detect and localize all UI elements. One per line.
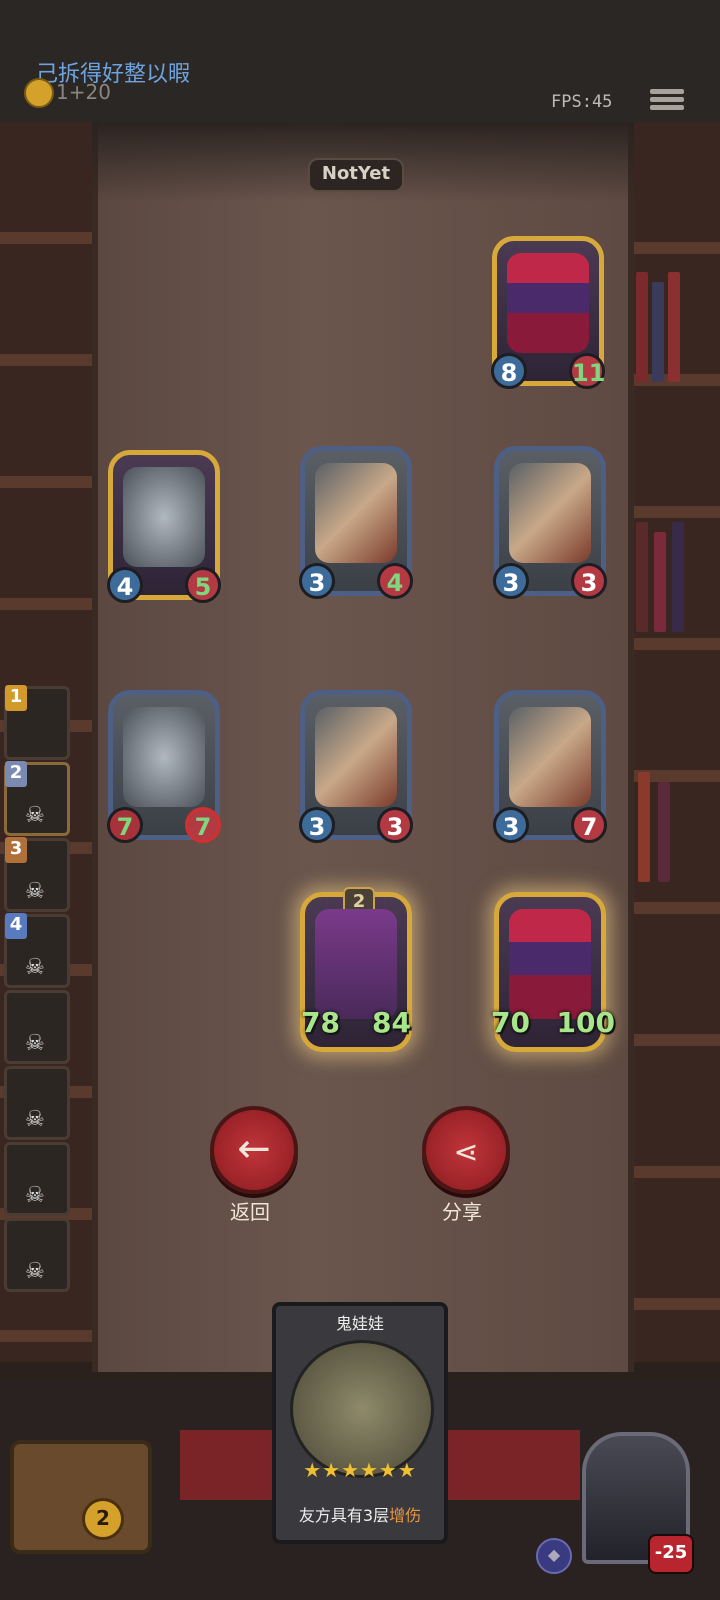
gold-coin-counter: 2 (82, 1498, 124, 1540)
back-label: 返回 (230, 1200, 270, 1224)
bookshelf-right (624, 122, 720, 1362)
health-stat: 11 (569, 353, 605, 389)
share-icon: ⋖ (453, 1135, 479, 1170)
attack-stat: 3 (493, 563, 529, 599)
player-slot[interactable]: ☠ (4, 1218, 70, 1292)
rocket-portrait (509, 463, 591, 563)
player-slot[interactable]: 4 ☠ (4, 913, 70, 988)
robot-portrait (123, 707, 205, 807)
minion-card[interactable]: 7 7 (107, 690, 221, 843)
health-stat: 5 (185, 567, 221, 603)
attack-stat: 3 (299, 563, 335, 599)
coin-count: 1+20 (56, 80, 111, 104)
attack-stat: 7 (107, 807, 143, 843)
player-slot[interactable]: 3 ☠ (4, 837, 70, 912)
health-stat: 100 (556, 1006, 615, 1039)
treasure-chest[interactable] (10, 1440, 152, 1554)
back-arrow-icon: ← (237, 1126, 271, 1172)
attack-stat: 4 (107, 567, 143, 603)
shield-icon: ◆ (536, 1538, 572, 1574)
attack-stat: 70 (491, 1006, 530, 1039)
rocket-portrait (315, 463, 397, 563)
health-stat: 7 (571, 807, 607, 843)
rank-badge: 3 (5, 837, 27, 863)
minion-card[interactable]: 4 5 (107, 450, 221, 603)
minion-card[interactable]: 3 7 (493, 690, 607, 843)
star-rating: ★★★★★★ (303, 1458, 417, 1482)
minion-card[interactable]: 3 3 (493, 446, 607, 599)
attack-stat: 8 (491, 353, 527, 389)
skull-icon: ☠ (25, 955, 45, 980)
player-slot[interactable]: ☠ (4, 1142, 70, 1216)
minion-card[interactable]: 3 3 (299, 690, 413, 843)
health-stat: 84 (372, 1006, 411, 1039)
player-slot[interactable]: ☠ (4, 1066, 70, 1140)
player-slot[interactable]: 1 (4, 685, 70, 760)
attack-stat: 3 (493, 807, 529, 843)
hero-health: -25 (648, 1534, 694, 1574)
player-slot[interactable]: 2 ☠ (4, 761, 70, 836)
minion-card[interactable]: 2 78 84 (300, 887, 412, 1052)
health-stat: 4 (377, 563, 413, 599)
health-stat: 3 (377, 807, 413, 843)
rocket-portrait (509, 707, 591, 807)
hamburger-menu-icon[interactable] (650, 86, 684, 116)
robot-portrait (123, 467, 205, 567)
clown-portrait (509, 909, 591, 1019)
health-stat: 7 (185, 807, 221, 843)
rank-badge: 4 (5, 913, 27, 939)
top-bar: 己拆得好整以暇 1+20 FPS:45 (0, 0, 720, 125)
attack-stat: 78 (301, 1006, 340, 1039)
minion-card[interactable]: 70 100 (491, 892, 615, 1052)
hero-card[interactable]: 鬼娃娃 ★★★★★★ 友方具有3层增伤 (272, 1302, 448, 1544)
fps-counter: FPS:45 (551, 92, 613, 112)
skull-icon: ☠ (25, 1031, 45, 1056)
back-button[interactable]: ← (210, 1106, 298, 1194)
status-badge: NotYet (308, 158, 404, 192)
skull-icon: ☠ (25, 803, 45, 828)
rat-portrait (315, 909, 397, 1019)
share-button[interactable]: ⋖ (422, 1106, 510, 1194)
hero-name: 鬼娃娃 (335, 1314, 384, 1333)
minion-card[interactable]: 3 4 (299, 446, 413, 599)
minion-card[interactable]: 8 11 (491, 236, 605, 389)
health-stat: 3 (571, 563, 607, 599)
clown-portrait (507, 253, 589, 353)
rank-badge: 2 (5, 761, 27, 787)
skull-icon: ☠ (25, 1107, 45, 1132)
crown-coin-icon (24, 78, 54, 108)
skull-icon: ☠ (25, 1183, 45, 1208)
skull-icon: ☠ (25, 1259, 45, 1284)
rocket-portrait (315, 707, 397, 807)
skull-icon: ☠ (25, 879, 45, 904)
rank-badge: 1 (5, 685, 27, 711)
attack-stat: 3 (299, 807, 335, 843)
player-slot[interactable]: ☠ (4, 990, 70, 1064)
hero-description: 友方具有3层增伤 (298, 1506, 422, 1525)
share-label: 分享 (442, 1200, 482, 1224)
